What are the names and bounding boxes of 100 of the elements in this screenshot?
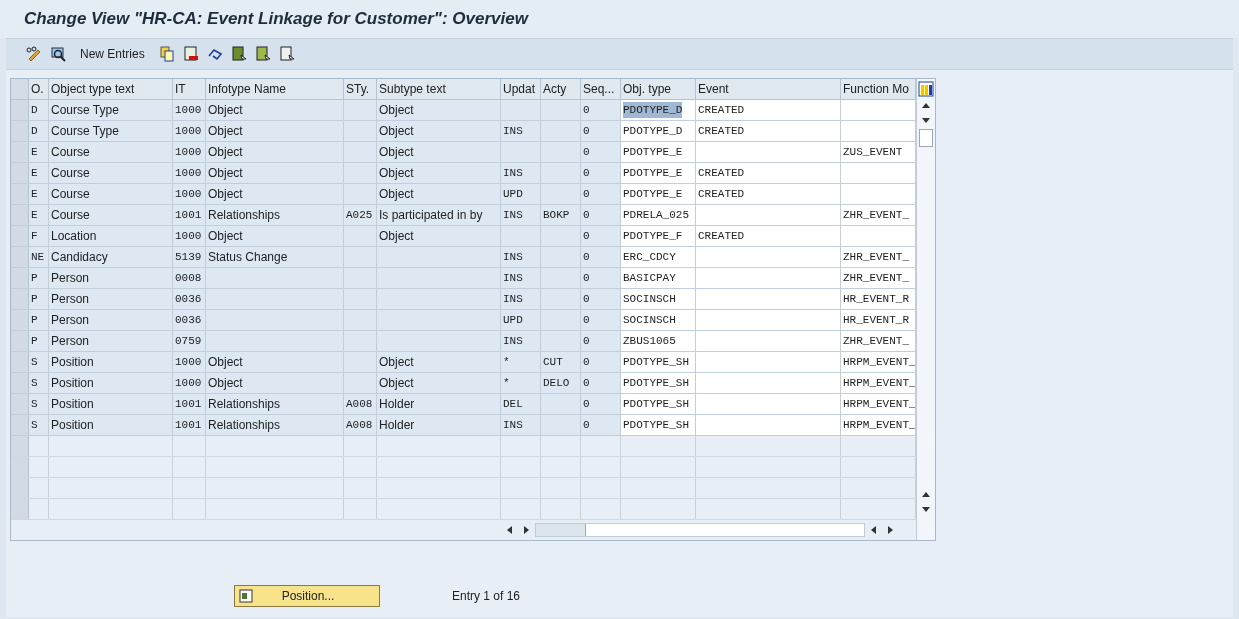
table-cell[interactable] bbox=[841, 100, 916, 120]
row-selector[interactable] bbox=[11, 142, 29, 162]
table-cell[interactable]: PDOTYPE_SH bbox=[621, 352, 696, 372]
table-cell[interactable]: ZUS_EVENT bbox=[841, 142, 916, 162]
row-selector[interactable] bbox=[11, 247, 29, 267]
row-selector[interactable] bbox=[11, 226, 29, 246]
table-cell[interactable]: ZHR_EVENT_ bbox=[841, 247, 916, 267]
table-cell[interactable] bbox=[841, 163, 916, 183]
table-cell[interactable]: ZHR_EVENT_ bbox=[841, 331, 916, 351]
table-cell[interactable] bbox=[696, 310, 841, 330]
table-cell[interactable]: HRPM_EVENT_ bbox=[841, 394, 916, 414]
select-all-cell[interactable] bbox=[11, 79, 29, 99]
table-cell[interactable]: CREATED bbox=[696, 184, 841, 204]
table-cell[interactable]: CREATED bbox=[696, 226, 841, 246]
table-cell[interactable] bbox=[696, 352, 841, 372]
column-header[interactable]: Event bbox=[696, 79, 841, 99]
select-block-icon[interactable] bbox=[254, 46, 271, 62]
table-cell[interactable]: SOCINSCH bbox=[621, 289, 696, 309]
table-cell[interactable] bbox=[841, 226, 916, 246]
table-cell[interactable] bbox=[696, 247, 841, 267]
row-selector[interactable] bbox=[11, 352, 29, 372]
row-selector[interactable] bbox=[11, 184, 29, 204]
row-selector[interactable] bbox=[11, 373, 29, 393]
table-cell[interactable] bbox=[696, 394, 841, 414]
row-selector[interactable] bbox=[11, 205, 29, 225]
table-cell[interactable]: HRPM_EVENT_ bbox=[841, 352, 916, 372]
row-selector[interactable] bbox=[11, 163, 29, 183]
scrollbar-thumb[interactable] bbox=[919, 129, 933, 147]
table-cell[interactable]: PDOTYPE_F bbox=[621, 226, 696, 246]
table-cell[interactable]: PDOTYPE_SH bbox=[621, 415, 696, 435]
scroll-right-icon[interactable] bbox=[885, 525, 895, 535]
row-selector[interactable] bbox=[11, 268, 29, 288]
table-cell[interactable]: HR_EVENT_R bbox=[841, 310, 916, 330]
horizontal-scrollbar[interactable] bbox=[535, 523, 865, 537]
select-all-icon[interactable] bbox=[230, 46, 247, 62]
table-cell[interactable] bbox=[696, 373, 841, 393]
table-cell[interactable] bbox=[841, 121, 916, 141]
row-selector[interactable] bbox=[11, 289, 29, 309]
table-cell[interactable] bbox=[841, 184, 916, 204]
scrollbar-thumb[interactable] bbox=[536, 524, 586, 536]
table-cell[interactable]: HRPM_EVENT_ bbox=[841, 373, 916, 393]
column-header[interactable]: STy. bbox=[344, 79, 377, 99]
scroll-left-icon[interactable] bbox=[869, 525, 879, 535]
scroll-right-icon[interactable] bbox=[521, 525, 531, 535]
column-header[interactable]: Infotype Name bbox=[206, 79, 344, 99]
table-cell[interactable]: ZHR_EVENT_ bbox=[841, 205, 916, 225]
scroll-down-icon[interactable] bbox=[921, 504, 931, 514]
table-cell[interactable]: PDOTYPE_SH bbox=[621, 394, 696, 414]
column-header[interactable]: IT bbox=[173, 79, 206, 99]
column-header[interactable]: Subtype text bbox=[377, 79, 501, 99]
copy-icon[interactable] bbox=[158, 46, 175, 62]
table-cell[interactable]: SOCINSCH bbox=[621, 310, 696, 330]
row-selector[interactable] bbox=[11, 436, 29, 456]
table-cell[interactable]: BASICPAY bbox=[621, 268, 696, 288]
row-selector[interactable] bbox=[11, 310, 29, 330]
table-cell[interactable]: ZBUS1065 bbox=[621, 331, 696, 351]
table-cell[interactable] bbox=[696, 268, 841, 288]
row-selector[interactable] bbox=[11, 121, 29, 141]
column-header[interactable]: Object type text bbox=[49, 79, 173, 99]
row-selector[interactable] bbox=[11, 100, 29, 120]
table-cell[interactable]: CREATED bbox=[696, 163, 841, 183]
table-cell[interactable]: ERC_CDCY bbox=[621, 247, 696, 267]
new-entries-button[interactable]: New Entries bbox=[74, 45, 151, 63]
column-header[interactable]: O. bbox=[29, 79, 49, 99]
undo-icon[interactable] bbox=[206, 46, 223, 62]
table-cell[interactable] bbox=[696, 331, 841, 351]
row-selector[interactable] bbox=[11, 331, 29, 351]
scroll-up-icon[interactable] bbox=[921, 490, 931, 500]
table-cell[interactable]: PDOTYPE_E bbox=[621, 184, 696, 204]
scroll-up-icon[interactable] bbox=[921, 101, 931, 111]
table-cell[interactable]: HRPM_EVENT_ bbox=[841, 415, 916, 435]
table-cell[interactable]: PDOTYPE_SH bbox=[621, 373, 696, 393]
table-cell[interactable]: PDOTYPE_E bbox=[621, 163, 696, 183]
table-cell[interactable] bbox=[696, 142, 841, 162]
table-cell[interactable]: HR_EVENT_R bbox=[841, 289, 916, 309]
position-button[interactable]: Position... bbox=[234, 585, 380, 607]
column-header[interactable]: Acty bbox=[541, 79, 581, 99]
search-icon[interactable] bbox=[50, 46, 66, 62]
table-cell[interactable]: ZHR_EVENT_ bbox=[841, 268, 916, 288]
scroll-down-icon[interactable] bbox=[921, 115, 931, 125]
column-settings-icon[interactable] bbox=[918, 81, 934, 97]
pencil-glasses-icon[interactable] bbox=[26, 46, 42, 62]
column-header[interactable]: Obj. type bbox=[621, 79, 696, 99]
table-cell[interactable] bbox=[696, 415, 841, 435]
deselect-all-icon[interactable] bbox=[278, 46, 295, 62]
table-cell[interactable] bbox=[696, 289, 841, 309]
table-cell[interactable]: CREATED bbox=[696, 121, 841, 141]
table-cell[interactable] bbox=[696, 205, 841, 225]
row-selector[interactable] bbox=[11, 394, 29, 414]
delete-icon[interactable] bbox=[182, 46, 199, 62]
table-cell[interactable]: PDOTYPE_E bbox=[621, 142, 696, 162]
column-header[interactable]: Seq... bbox=[581, 79, 621, 99]
column-header[interactable]: Updat bbox=[501, 79, 541, 99]
scroll-left-icon[interactable] bbox=[505, 525, 515, 535]
row-selector[interactable] bbox=[11, 415, 29, 435]
table-cell[interactable]: PDOTYPE_D bbox=[621, 121, 696, 141]
table-cell[interactable]: PDOTYPE_D bbox=[621, 100, 696, 120]
table-cell[interactable]: CREATED bbox=[696, 100, 841, 120]
table-cell[interactable]: PDRELA_025 bbox=[621, 205, 696, 225]
row-selector[interactable] bbox=[11, 499, 29, 519]
